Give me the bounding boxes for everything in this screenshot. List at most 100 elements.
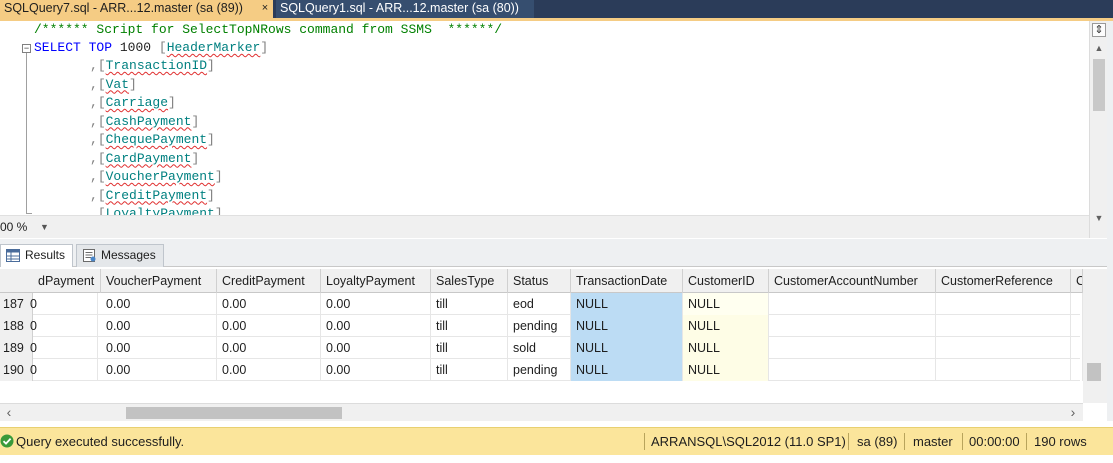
code-column-line: ,[CardPayment]	[90, 150, 199, 168]
table-row[interactable]: 188 0 0.00 0.00 0.00 till pending NULL NULL	[0, 315, 1083, 337]
editor-vertical-scrollbar[interactable]: ⇕ ▲ ▼	[1089, 21, 1107, 238]
row-number[interactable]: 189	[0, 337, 33, 359]
table-cell[interactable]: till	[431, 337, 508, 359]
zoom-level[interactable]: 00 %	[0, 219, 27, 235]
column-header[interactable]: SalesType	[431, 269, 508, 293]
table-cell[interactable]: NULL	[683, 293, 769, 315]
column-header[interactable]: VoucherPayment	[101, 269, 217, 293]
tab-messages[interactable]: Messages	[76, 244, 164, 267]
row-number[interactable]: 190	[0, 359, 33, 381]
table-cell[interactable]	[769, 337, 936, 359]
table-cell[interactable]: pending	[508, 359, 571, 381]
table-row[interactable]: 190 0 0.00 0.00 0.00 till pending NULL NULL	[0, 359, 1083, 381]
scroll-up-icon[interactable]: ▲	[1090, 41, 1108, 55]
code-comment: /****** Script for SelectTopNRows comman…	[34, 22, 503, 37]
table-cell[interactable]	[1071, 293, 1083, 315]
editor-horizontal-scrollbar[interactable]	[60, 222, 1070, 232]
table-cell[interactable]: sold	[508, 337, 571, 359]
column-header[interactable]: CustomerID	[683, 269, 769, 293]
table-cell[interactable]	[1071, 315, 1083, 337]
bracket-close: ]	[207, 187, 215, 203]
column-header[interactable]: CustomerReference	[936, 269, 1071, 293]
table-cell[interactable]: 0.00	[321, 337, 431, 359]
table-cell[interactable]: 0.00	[217, 359, 321, 381]
table-cell[interactable]	[936, 315, 1071, 337]
column-header[interactable]: Status	[508, 269, 571, 293]
table-cell[interactable]: NULL	[683, 337, 769, 359]
table-cell[interactable]	[769, 315, 936, 337]
table-cell[interactable]	[936, 337, 1071, 359]
table-cell[interactable]: NULL	[571, 293, 683, 315]
table-cell[interactable]	[1071, 359, 1083, 381]
editor-scroll-thumb[interactable]	[1093, 59, 1105, 111]
table-cell[interactable]	[1071, 337, 1083, 359]
message-icon	[83, 249, 96, 262]
tab-sqlquery1[interactable]: SQLQuery1.sql - ARR...12.master (sa (80)…	[276, 0, 534, 18]
column-header[interactable]: CustomerAccountNumber	[769, 269, 936, 293]
table-cell[interactable]	[936, 293, 1071, 315]
table-cell[interactable]: eod	[508, 293, 571, 315]
bracket-close: ]	[191, 150, 200, 166]
close-icon[interactable]: ×	[259, 0, 271, 18]
code-column-line: ,[Vat]	[90, 76, 137, 94]
grid-icon	[6, 249, 20, 262]
zoom-dropdown-icon[interactable]: ▼	[40, 219, 52, 235]
code-column-line: ,[Carriage]	[90, 94, 176, 112]
status-divider	[904, 433, 905, 450]
table-cell[interactable]: 0.00	[321, 315, 431, 337]
column-header[interactable]: C	[1071, 269, 1083, 293]
table-cell[interactable]: NULL	[571, 359, 683, 381]
column-header[interactable]: LoyaltyPayment	[321, 269, 431, 293]
table-cell[interactable]: 0.00	[101, 315, 217, 337]
split-window-icon[interactable]: ⇕	[1092, 23, 1106, 37]
column-identifier: CashPayment	[105, 113, 192, 129]
table-cell[interactable]: 0.00	[101, 337, 217, 359]
column-header[interactable]: dPayment	[33, 269, 101, 293]
scroll-right-icon[interactable]: ›	[1066, 405, 1080, 421]
code-column-line: ,[ChequePayment]	[90, 131, 215, 149]
table-cell[interactable]: 0.00	[217, 337, 321, 359]
table-cell[interactable]: 0.00	[321, 293, 431, 315]
table-cell[interactable]: pending	[508, 315, 571, 337]
tab-messages-label: Messages	[101, 248, 156, 262]
column-header[interactable]: TransactionDate	[571, 269, 683, 293]
code-comment-line: /****** Script for SelectTopNRows comman…	[34, 21, 502, 39]
table-cell[interactable]: till	[431, 359, 508, 381]
table-cell[interactable]	[936, 359, 1071, 381]
table-cell[interactable]: NULL	[683, 315, 769, 337]
table-cell[interactable]: till	[431, 293, 508, 315]
table-cell[interactable]: 0	[30, 359, 98, 381]
grid-horizontal-scrollbar[interactable]: ‹ ›	[0, 403, 1083, 421]
row-number[interactable]: 187	[0, 293, 33, 315]
comma: ,	[90, 76, 98, 92]
table-cell[interactable]: 0.00	[101, 359, 217, 381]
table-cell[interactable]: 0.00	[321, 359, 431, 381]
table-cell[interactable]: 0	[30, 337, 98, 359]
table-cell[interactable]: NULL	[683, 359, 769, 381]
scroll-left-icon[interactable]: ‹	[2, 405, 16, 421]
table-cell[interactable]: 0	[30, 315, 98, 337]
table-cell[interactable]: till	[431, 315, 508, 337]
table-cell[interactable]: 0.00	[217, 293, 321, 315]
table-cell[interactable]: NULL	[571, 315, 683, 337]
collapse-icon[interactable]: −	[22, 44, 31, 53]
query-editor[interactable]: − /****** Script for SelectTopNRows comm…	[0, 21, 1113, 215]
table-cell[interactable]: 0.00	[217, 315, 321, 337]
table-row[interactable]: 189 0 0.00 0.00 0.00 till sold NULL NULL	[0, 337, 1083, 359]
table-cell[interactable]	[769, 359, 936, 381]
table-cell[interactable]: 0.00	[101, 293, 217, 315]
tab-results[interactable]: Results	[0, 244, 73, 267]
table-cell[interactable]: NULL	[571, 337, 683, 359]
table-row[interactable]: 187 0 0.00 0.00 0.00 till eod NULL NULL	[0, 293, 1083, 315]
grid-vertical-scrollbar[interactable]	[1083, 269, 1107, 403]
table-cell[interactable]: 0	[30, 293, 98, 315]
tab-sqlquery7[interactable]: SQLQuery7.sql - ARR...12.master (sa (89)…	[0, 0, 273, 18]
comma: ,	[90, 169, 98, 184]
column-header[interactable]: CreditPayment	[217, 269, 321, 293]
grid-horizontal-thumb[interactable]	[126, 407, 342, 419]
row-number[interactable]: 188	[0, 315, 33, 337]
scroll-down-icon[interactable]: ▼	[1090, 211, 1108, 225]
results-grid[interactable]: dPayment VoucherPayment CreditPayment Loyal…	[0, 269, 1107, 382]
table-cell[interactable]	[769, 293, 936, 315]
grid-vertical-thumb[interactable]	[1087, 363, 1101, 381]
